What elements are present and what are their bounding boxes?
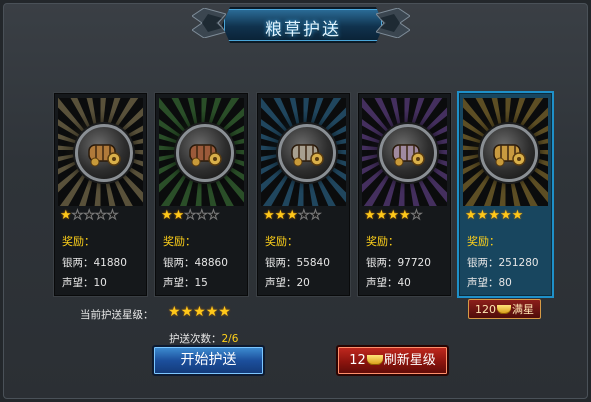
escort-count-label: 护送次数： [169,333,222,345]
star-icon: ★ [476,208,489,223]
cargo-portrait [362,98,447,206]
escort-option-card[interactable]: ★★★★★ 奖励： 银两：97720 声望：40 [358,93,451,296]
star-icon: ★ [274,208,287,223]
current-level-stars: ★★★★★ [168,305,231,319]
escort-option-card[interactable]: ★★★★★ 奖励： 银两：41880 声望：10 [54,93,147,296]
refresh-cost: 12 [349,353,366,368]
start-escort-button[interactable]: 开始护送 [152,345,265,376]
star-icon: ★ [488,208,500,223]
cargo-portrait [261,98,346,206]
fame-reward: 声望：80 [467,277,512,289]
silver-reward: 银两：55840 [265,257,330,269]
escort-count: 护送次数：2/6 [169,331,238,346]
title-ornament-left-icon [192,8,226,38]
star-icon: ★ [218,304,231,320]
star-icon: ★ [465,208,477,223]
silver-reward: 银两：48860 [163,257,228,269]
card-star-rating: ★★★★★ [60,208,119,223]
star-icon: ★ [205,304,219,320]
star-icon: ★ [375,208,388,223]
cargo-portrait [159,98,244,206]
gold-ingot-icon [497,305,511,314]
star-icon: ★ [286,208,298,223]
fame-reward: 声望：20 [265,277,310,289]
star-icon: ★ [83,208,96,223]
card-star-rating: ★★★★★ [263,208,322,223]
reward-label: 奖励： [163,235,196,248]
cargo-icon [88,144,121,167]
escort-option-card[interactable]: ★★★★★ 奖励： 银两：251280 声望：80 [459,93,552,296]
star-icon: ★ [168,304,181,320]
refresh-stars-button[interactable]: 12 刷新星级 [336,345,449,376]
silver-reward: 银两：251280 [467,257,539,269]
star-icon: ★ [410,208,423,223]
cargo-portrait [58,98,143,206]
gold-ingot-icon [366,355,383,365]
start-escort-label: 开始护送 [180,352,237,368]
reward-label: 奖励： [265,235,298,248]
reward-label: 奖励： [366,235,399,248]
title-plate: 粮草护送 [222,7,384,43]
star-icon: ★ [193,304,206,320]
cargo-medallion [480,124,538,182]
cargo-icon [493,144,526,167]
cargo-medallion [176,124,234,182]
max-star-button[interactable]: 120 满星 [468,299,541,319]
cargo-icon [291,144,324,167]
escort-count-value: 2/6 [221,333,239,345]
star-icon: ★ [511,208,524,223]
star-icon: ★ [161,208,173,223]
card-star-rating: ★★★★★ [161,208,220,223]
silver-reward: 银两：97720 [366,257,431,269]
title-bar: 粮草护送 [192,4,410,44]
star-icon: ★ [207,208,220,223]
star-icon: ★ [94,208,107,223]
fame-reward: 声望：15 [163,277,208,289]
star-icon: ★ [297,208,310,223]
star-icon: ★ [184,208,197,223]
silver-reward: 银两：41880 [62,257,127,269]
current-level-label: 当前护送星级： [80,309,154,321]
escort-option-card[interactable]: ★★★★★ 奖励： 银两：48860 声望：15 [155,93,248,296]
star-icon: ★ [387,208,399,223]
cargo-icon [189,144,222,167]
escort-option-card[interactable]: ★★★★★ 奖励： 银两：55840 声望：20 [257,93,350,296]
card-star-rating: ★★★★★ [465,209,523,223]
max-star-cost: 120 [475,303,496,316]
page-title: 粮草护送 [265,20,341,40]
star-icon: ★ [263,208,275,223]
star-icon: ★ [195,208,208,223]
card-star-rating: ★★★★★ [364,208,423,223]
cargo-portrait [463,98,548,206]
cargo-icon [392,144,425,167]
fame-reward: 声望：10 [62,277,107,289]
star-icon: ★ [172,208,185,223]
reward-label: 奖励： [467,235,500,248]
star-icon: ★ [398,208,411,223]
star-icon: ★ [364,208,376,223]
star-icon: ★ [309,208,322,223]
star-icon: ★ [71,208,84,223]
reward-label: 奖励： [62,235,95,248]
title-ornament-right-icon [376,8,410,38]
star-icon: ★ [60,208,72,223]
star-icon: ★ [499,208,512,223]
max-star-label: 满星 [512,303,534,316]
cargo-medallion [278,124,336,182]
cargo-medallion [379,124,437,182]
star-icon: ★ [106,208,119,223]
refresh-label: 刷新星级 [383,353,436,368]
cargo-medallion [75,124,133,182]
star-icon: ★ [180,304,194,320]
fame-reward: 声望：40 [366,277,411,289]
